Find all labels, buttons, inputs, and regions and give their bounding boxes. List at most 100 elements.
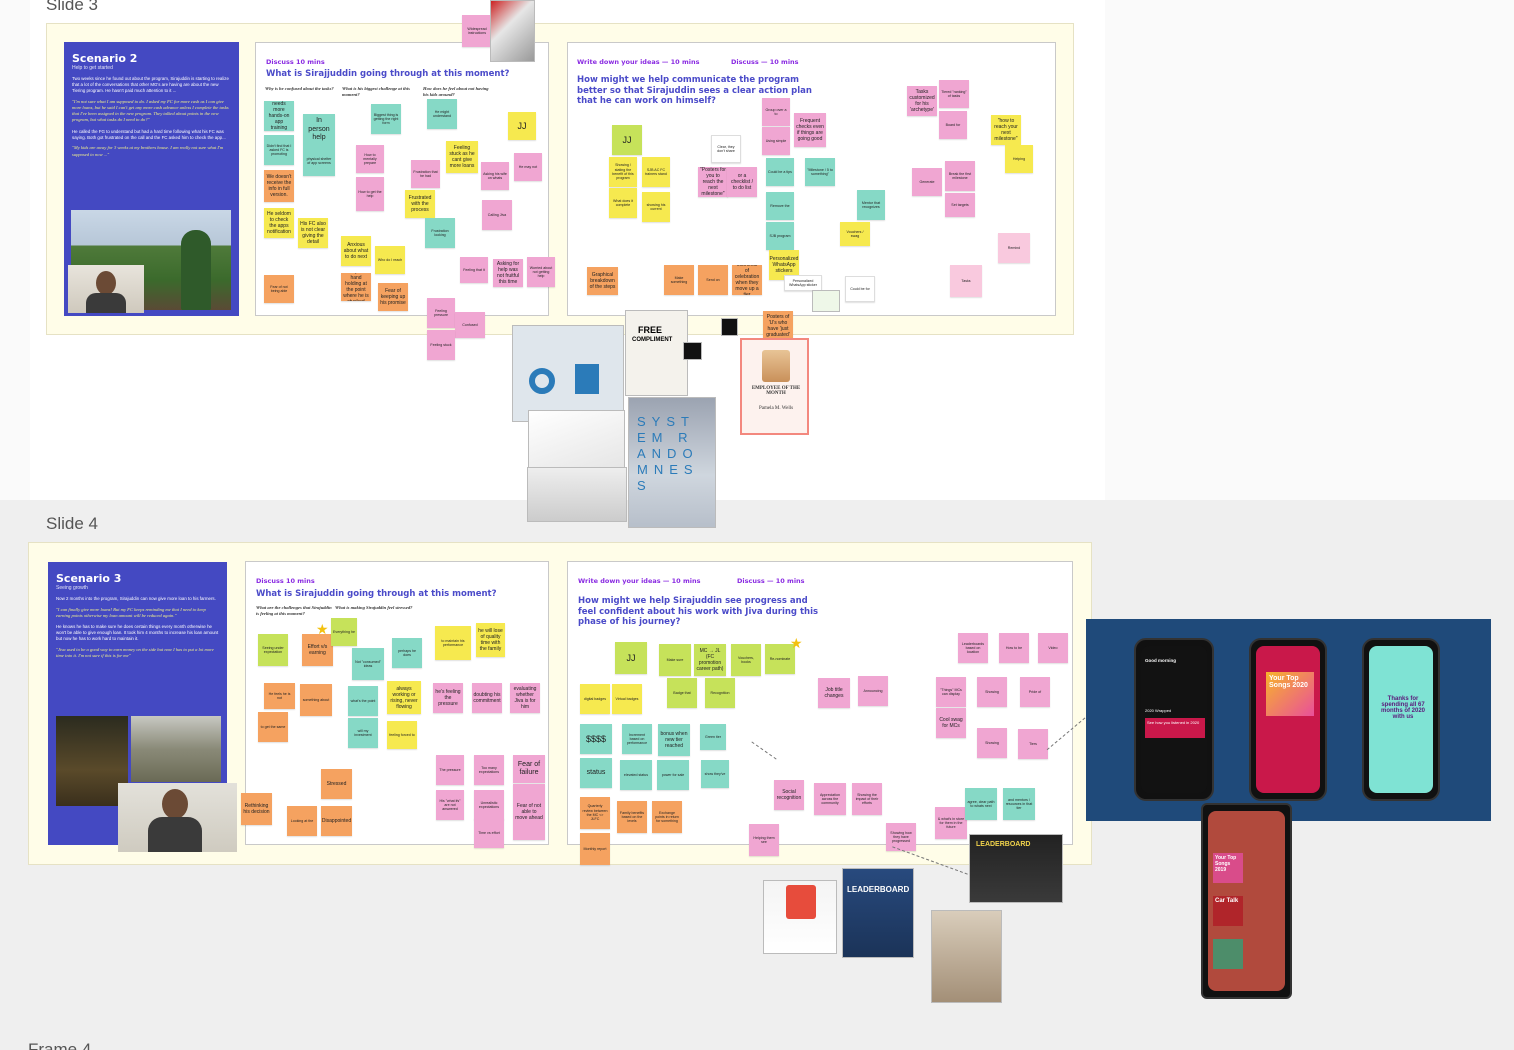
sticky-note[interactable]: Tiered "ranking" of tasks [939, 80, 969, 108]
sticky-note[interactable]: JJ [612, 125, 642, 155]
sticky-note[interactable]: Asking his wife on whats [481, 162, 509, 190]
sticky-note[interactable]: What does it complete [609, 188, 637, 218]
sticky-note[interactable]: or a checklist / to do list [727, 167, 757, 197]
sticky-note[interactable]: power for sale [657, 760, 689, 790]
sticky-note[interactable]: he will lose of quality time with the fa… [476, 623, 505, 657]
sticky-note[interactable]: He feels he is not [264, 683, 295, 709]
sticky-note[interactable]: Make sure [659, 644, 691, 676]
sticky-note[interactable]: How to mentally prepare [356, 145, 384, 173]
sticky-note[interactable]: SJB AC FC trainers stand [642, 157, 670, 187]
sticky-note[interactable]: Posters of 'U's who have 'just graduated… [763, 311, 793, 341]
sticky-note[interactable]: Feeling that it [460, 257, 488, 283]
sticky-note[interactable]: Biggest thing is getting the right form [371, 104, 401, 134]
sticky-note[interactable]: Break the first milestone [945, 161, 975, 191]
sticky-note[interactable]: elevated status [620, 760, 652, 790]
sticky-note[interactable]: Green tier [700, 724, 726, 750]
sticky-note[interactable]: Video [1038, 633, 1068, 663]
sticky-note[interactable]: The pressure [436, 755, 464, 785]
sticky-note[interactable]: Too many expectations [474, 755, 504, 785]
sticky-note[interactable]: Set targets [945, 193, 975, 217]
slide-4-label[interactable]: Slide 4 [46, 514, 98, 534]
sticky-note[interactable]: Unrealistic expectations [474, 790, 504, 820]
black-tag-image[interactable] [721, 318, 738, 336]
sticky-note[interactable]: "Milestone / 5 to something" [805, 158, 835, 186]
sticky-note[interactable]: Leaderboards based on location [958, 633, 988, 663]
sticky-note[interactable]: Worried about not getting help [527, 257, 555, 287]
sticky-note[interactable]: Frustration that he had [411, 160, 440, 188]
sticky-note[interactable]: Tiers [1018, 729, 1048, 759]
sticky-note[interactable]: Tasks [950, 265, 982, 297]
sticky-note[interactable]: He might understand [427, 99, 457, 129]
sticky-note[interactable]: Frequent checks even if things are going… [794, 113, 826, 147]
sticky-note[interactable]: Exchange points in return for something [652, 801, 682, 833]
sticky-note[interactable]: show they've [701, 760, 729, 788]
sticky-note[interactable]: How to be [999, 633, 1029, 663]
sticky-note[interactable]: SJB program [766, 222, 794, 250]
sticky-note[interactable]: Virtual badges [612, 684, 642, 714]
sticky-note[interactable]: Recognition [705, 678, 735, 708]
slide-3-label[interactable]: Slide 3 [46, 0, 98, 15]
sticky-note[interactable]: Vouchers / swag [840, 222, 870, 246]
sticky-note[interactable]: Time vs effort [474, 818, 504, 848]
video-call-photo[interactable] [118, 783, 237, 852]
sticky-note[interactable]: Make something [664, 265, 694, 295]
sticky-note[interactable]: what's the point [348, 686, 378, 716]
phone-home-screen[interactable]: Good morning 2020 Wrapped See how you li… [1134, 638, 1214, 801]
sticky-note[interactable]: Moments of celebration when they move up… [732, 265, 762, 295]
sticky-note[interactable]: Personalized WhatsApp sticker [784, 275, 822, 291]
sticky-note[interactable]: Fear of not being able [264, 275, 294, 303]
sticky-note[interactable]: Showing how they have progressed [886, 823, 916, 851]
sticky-note[interactable]: Clear, they don't share [711, 135, 741, 163]
sticky-note[interactable]: He may not [514, 153, 542, 181]
sticky-note[interactable]: physical shelter of app screens [303, 146, 335, 176]
sticky-note[interactable]: Helping [1005, 145, 1033, 173]
sticky-note[interactable]: Could be a tips [766, 158, 794, 186]
sticky-note[interactable]: to maintain his performance [435, 626, 471, 660]
sticky-note[interactable]: Fear of keeping up his promise [378, 283, 408, 311]
sticky-note[interactable]: Who do I reach [375, 246, 405, 274]
sticky-note[interactable]: something about [300, 684, 332, 716]
leaderboard-photo[interactable]: LEADERBOARD [842, 868, 914, 958]
sticky-note[interactable]: digital badges [580, 684, 610, 714]
sticky-note[interactable]: feeling forced to [387, 721, 417, 749]
sticky-note[interactable]: Vouchers, books [731, 644, 761, 676]
sticky-note[interactable]: Cool swag for MCs [936, 708, 966, 738]
sticky-note[interactable]: Looking at the [287, 806, 317, 836]
sticky-note[interactable]: Widespread instructions [462, 15, 492, 47]
sticky-note[interactable]: Feeling pressure [427, 298, 455, 328]
sticky-note[interactable]: In person help [303, 114, 335, 146]
sticky-note[interactable]: Graphical breakdown of the steps [587, 267, 618, 295]
sticky-note[interactable]: Showing the impact of their efforts [852, 783, 882, 815]
sticky-note[interactable]: agree, clear path to whats next [965, 788, 997, 820]
sticky-note[interactable]: Showing [977, 728, 1007, 758]
sticky-note[interactable]: Announcing [858, 676, 888, 706]
sticky-note[interactable]: "Things" MCs can display [936, 677, 966, 707]
sticky-note[interactable]: "how to reach your next milestone" [991, 115, 1021, 145]
free-compliment-image[interactable]: FREE COMPLIMENT [625, 310, 688, 396]
sticky-note[interactable]: showing his current [642, 192, 670, 222]
sticky-note[interactable]: bonus when new tier reached [658, 724, 690, 756]
sticky-note[interactable]: will my investment [348, 718, 378, 748]
sticky-note[interactable]: Job title changes [818, 678, 850, 708]
sticky-note[interactable]: doubting his commitment [472, 683, 502, 713]
sticky-note[interactable]: Group over a to [762, 98, 790, 126]
sticky-note[interactable]: and mentors / resources in that tier [1003, 788, 1035, 820]
sticky-note[interactable]: Pride of [1020, 677, 1050, 707]
sticky-note[interactable]: always working or rising, never flowing [387, 681, 421, 714]
sticky-note[interactable]: evaluating whether Jiva is for him [510, 683, 540, 713]
sticky-note[interactable]: Increment based on performance [622, 724, 652, 754]
sticky-note[interactable]: $$$$ [580, 724, 612, 754]
sticky-note[interactable]: Disappointed [321, 806, 352, 836]
sticky-note[interactable]: Generate [912, 168, 942, 196]
sticky-note[interactable]: His FC also is not clear giving the deta… [298, 218, 328, 248]
sticky-note[interactable]: status [580, 758, 612, 788]
sticky-note[interactable]: He seldom to check the apps notification [264, 208, 294, 238]
sticky-note[interactable]: Rethinking his decision [241, 793, 272, 825]
sticky-note[interactable]: Not "consumed" ideas [352, 648, 384, 680]
whatsapp-screenshot[interactable] [812, 290, 840, 312]
sticky-note[interactable]: We doesn't receive the info in full vers… [264, 170, 294, 202]
sticky-note[interactable]: perhaps he does [392, 638, 422, 668]
sticky-note[interactable]: Didn't find that I asked FC is promoting [264, 135, 294, 165]
paper-sculpture-image[interactable] [527, 467, 627, 522]
sticky-note[interactable]: Badge that [667, 678, 697, 708]
